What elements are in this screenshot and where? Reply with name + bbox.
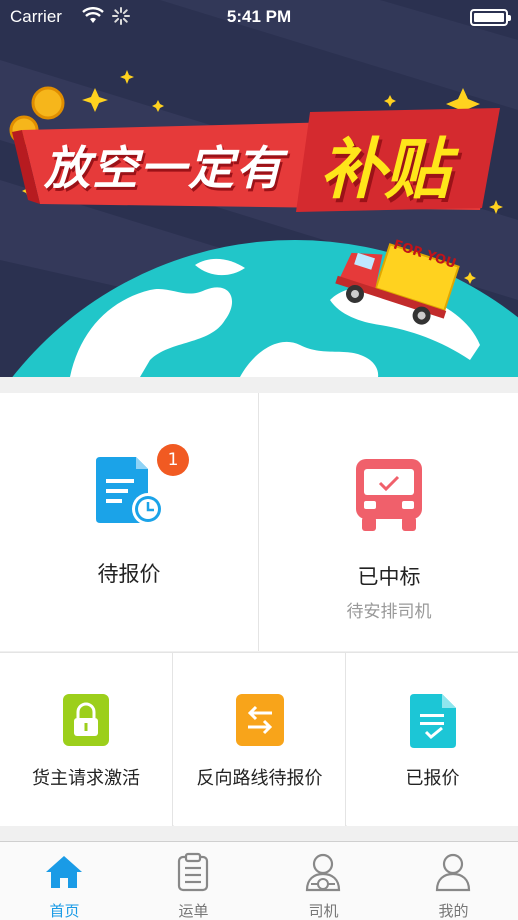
lock-icon — [63, 694, 109, 746]
driver-icon — [305, 853, 341, 892]
status-bar: Carrier 5:41 PM — [0, 0, 518, 34]
secondary-feature-grid: 货主请求激活 反向路线待报价 已报价 — [0, 652, 518, 826]
clipboard-icon — [177, 852, 209, 892]
pending-quote-tile[interactable]: 1 待报价 — [0, 393, 259, 651]
headline-highlight: 补贴 — [320, 131, 450, 208]
banner-headline: 放空一定有 补贴 — [38, 128, 498, 208]
tab-home[interactable]: 首页 — [0, 842, 129, 920]
won-bid-sublabel: 待安排司机 — [346, 602, 432, 622]
pending-quote-label: 待报价 — [97, 562, 161, 586]
won-bid-tile[interactable]: 已中标 待安排司机 — [260, 393, 518, 651]
quoted-label: 已报价 — [405, 768, 460, 789]
tab-home-label: 首页 — [49, 902, 80, 920]
quoted-tile[interactable]: 已报价 — [347, 653, 518, 826]
truck-front-icon — [356, 459, 422, 531]
shipper-activation-label: 货主请求激活 — [32, 768, 140, 789]
tab-waybill-label: 运单 — [178, 902, 209, 920]
shipper-activation-tile[interactable]: 货主请求激活 — [0, 653, 173, 826]
return-route-label: 反向路线待报价 — [196, 768, 323, 789]
promo-banner[interactable]: 放空一定有 补贴 FOR YOU Carrier 5:41 PM — [0, 0, 518, 377]
primary-feature-grid: 1 待报价 已中标 待安排司机 — [0, 393, 518, 651]
swap-arrows-icon — [236, 694, 284, 746]
headline-text: 放空一定有 — [44, 141, 284, 195]
tab-driver[interactable]: 司机 — [259, 842, 388, 920]
battery-icon — [470, 9, 511, 26]
won-bid-label: 已中标 — [357, 565, 421, 589]
home-icon — [46, 856, 82, 888]
tab-driver-label: 司机 — [308, 902, 339, 920]
tab-mine-label: 我的 — [438, 902, 469, 920]
tab-waybill[interactable]: 运单 — [129, 842, 258, 920]
tab-mine[interactable]: 我的 — [389, 842, 518, 920]
clock: 5:41 PM — [226, 7, 292, 26]
document-clock-icon — [96, 457, 164, 525]
person-icon — [435, 853, 471, 892]
notification-badge: 1 — [157, 444, 189, 476]
document-check-icon — [410, 694, 456, 748]
tab-bar: 首页 运单 司机 我的 — [0, 841, 518, 920]
return-route-tile[interactable]: 反向路线待报价 — [174, 653, 346, 826]
